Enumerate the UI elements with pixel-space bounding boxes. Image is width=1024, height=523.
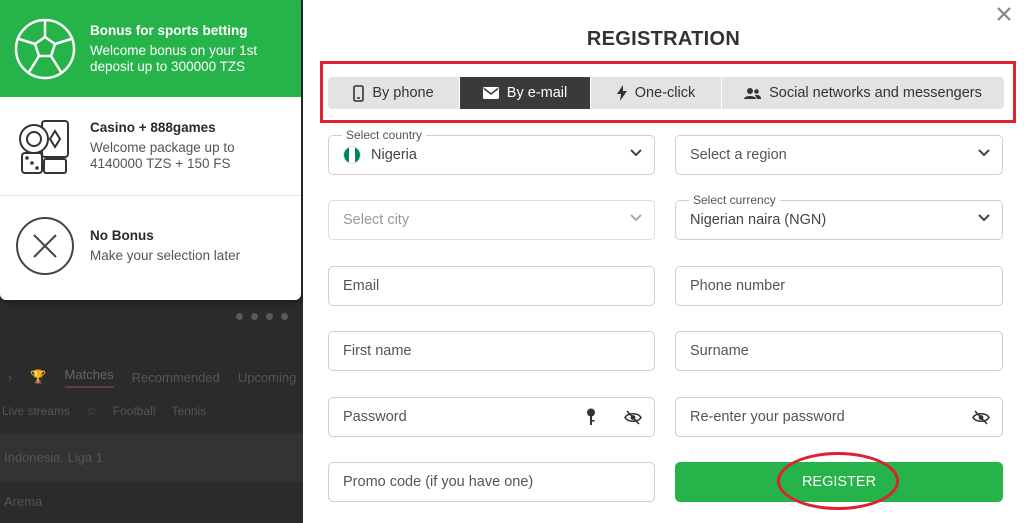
city-select[interactable]: Select city bbox=[328, 200, 655, 240]
currency-value: Nigerian naira (NGN) bbox=[690, 212, 827, 228]
chevron-down-icon bbox=[978, 214, 990, 222]
tab-label: One-click bbox=[634, 85, 696, 101]
bonus-title: No Bonus bbox=[90, 227, 154, 243]
bonus-title: Casino + 888games bbox=[90, 120, 216, 135]
eye-slash-icon[interactable] bbox=[624, 410, 642, 425]
first-name-placeholder: First name bbox=[343, 343, 412, 359]
bonus-desc: Make your selection later bbox=[90, 247, 241, 263]
password-field[interactable]: Password bbox=[328, 397, 655, 437]
star-icon: ☆ bbox=[86, 404, 97, 418]
tab-label: By e-mail bbox=[506, 85, 568, 101]
users-icon bbox=[744, 87, 762, 99]
chevron-down-icon bbox=[978, 149, 990, 157]
background-tabs: › 🏆 Matches Recommended Upcoming bbox=[0, 362, 303, 392]
register-button[interactable]: REGISTER bbox=[675, 462, 1003, 502]
bg-sport-football: Football bbox=[112, 404, 156, 418]
tab-by-phone[interactable]: By phone bbox=[328, 77, 460, 109]
promo-code-field[interactable]: Promo code (if you have one) bbox=[328, 462, 655, 502]
tab-social-networks[interactable]: Social networks and messengers bbox=[722, 77, 1004, 109]
promo-placeholder: Promo code (if you have one) bbox=[343, 474, 534, 490]
chevron-down-icon bbox=[630, 149, 642, 157]
tab-by-email[interactable]: By e-mail bbox=[460, 77, 591, 109]
currency-select[interactable]: Select currency Nigerian naira (NGN) bbox=[675, 193, 1003, 240]
country-value: Nigeria bbox=[371, 147, 417, 163]
bg-sport-live: Live streams bbox=[2, 404, 71, 418]
chevron-down-icon bbox=[630, 214, 642, 222]
carousel-dots bbox=[236, 313, 288, 320]
envelope-icon bbox=[482, 87, 499, 99]
tab-one-click[interactable]: One-click bbox=[591, 77, 722, 109]
bonus-option-casino[interactable]: Casino + 888games Welcome package up to … bbox=[0, 97, 301, 196]
country-label: Select country bbox=[342, 128, 427, 142]
phone-field[interactable]: Phone number bbox=[675, 266, 1003, 306]
region-placeholder: Select a region bbox=[690, 147, 787, 163]
lightning-icon bbox=[616, 85, 627, 101]
register-label: REGISTER bbox=[801, 474, 877, 490]
background-league: Indonesia. Liga 1 bbox=[0, 434, 303, 482]
registration-method-tabs: By phone By e-mail One-click Social netw… bbox=[328, 77, 1004, 109]
region-select[interactable]: Select a region bbox=[675, 135, 1003, 175]
bonus-option-none[interactable]: No Bonus Make your selection later bbox=[0, 196, 301, 295]
key-icon[interactable] bbox=[586, 408, 596, 426]
registration-modal: REGISTRATION By phone By e-mail One-clic… bbox=[303, 0, 1024, 523]
email-field[interactable]: Email bbox=[328, 266, 655, 306]
modal-title: REGISTRATION bbox=[586, 28, 741, 50]
nigeria-flag-icon bbox=[343, 146, 361, 164]
country-select[interactable]: Select country Nigeria bbox=[328, 128, 655, 175]
first-name-field[interactable]: First name bbox=[328, 331, 655, 371]
currency-label: Select currency bbox=[689, 193, 780, 207]
close-button[interactable] bbox=[992, 2, 1016, 26]
background-team: Arema bbox=[4, 494, 43, 509]
bg-tab-recommended: Recommended bbox=[131, 369, 220, 385]
no-bonus-icon bbox=[0, 196, 90, 295]
bonus-desc: Welcome package up to 4140000 TZS + 150 … bbox=[90, 140, 235, 171]
casino-chips-icon bbox=[0, 97, 90, 195]
trophy-icon: 🏆 bbox=[30, 369, 47, 384]
bg-sport-tennis: Tennis bbox=[171, 404, 207, 418]
password-placeholder: Password bbox=[343, 409, 407, 425]
bonus-option-sports[interactable]: Bonus for sports betting Welcome bonus o… bbox=[0, 0, 301, 97]
reenter-password-placeholder: Re-enter your password bbox=[690, 409, 845, 425]
phone-placeholder: Phone number bbox=[690, 278, 786, 294]
bg-tab-upcoming: Upcoming bbox=[237, 369, 297, 385]
surname-field[interactable]: Surname bbox=[675, 331, 1003, 371]
bg-tab-matches: Matches bbox=[64, 367, 114, 388]
city-placeholder: Select city bbox=[343, 212, 410, 228]
bonus-desc: Welcome bonus on your 1st deposit up to … bbox=[90, 42, 258, 74]
background-sports-row: Live streams ☆ Football Tennis bbox=[0, 400, 303, 422]
surname-placeholder: Surname bbox=[690, 343, 749, 359]
close-icon bbox=[997, 7, 1011, 21]
phone-icon bbox=[353, 84, 365, 102]
reenter-password-field[interactable]: Re-enter your password bbox=[675, 397, 1003, 437]
football-icon bbox=[0, 0, 90, 97]
email-placeholder: Email bbox=[343, 278, 380, 294]
tab-label: Social networks and messengers bbox=[769, 85, 982, 101]
bonus-title: Bonus for sports betting bbox=[90, 22, 248, 38]
tab-label: By phone bbox=[372, 85, 434, 101]
eye-slash-icon[interactable] bbox=[972, 410, 990, 425]
bonus-panel: Bonus for sports betting Welcome bonus o… bbox=[0, 0, 301, 300]
